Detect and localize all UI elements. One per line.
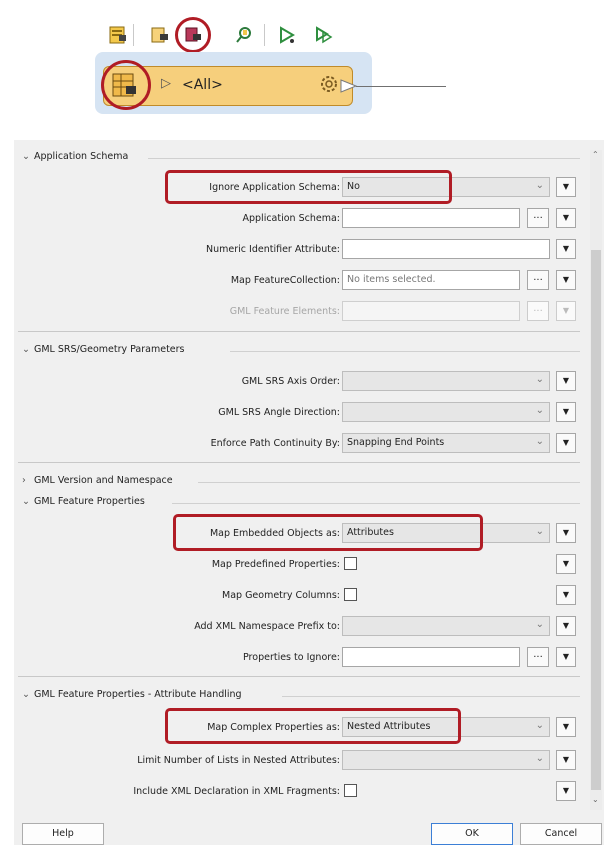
map-predefined-menu-button[interactable]: ▼ <box>556 554 576 574</box>
chevron-right-icon: › <box>22 475 26 486</box>
toolbar-separator <box>133 24 134 46</box>
chevron-down-icon: ⌄ <box>535 720 544 731</box>
chevron-down-icon: ⌄ <box>22 689 30 700</box>
search-icon[interactable] <box>234 25 254 45</box>
enforce-path-label: Enforce Path Continuity By: <box>210 438 340 449</box>
chevron-down-icon: ⌄ <box>535 619 544 630</box>
application-schema-menu-button[interactable]: ▼ <box>556 208 576 228</box>
chevron-down-icon: ⌄ <box>535 180 544 191</box>
map-complex-menu-button[interactable]: ▼ <box>556 717 576 737</box>
section-feature-properties[interactable]: ⌄ GML Feature Properties <box>22 496 145 507</box>
srs-axis-order-label: GML SRS Axis Order: <box>241 376 340 387</box>
map-complex-highlight <box>165 708 461 744</box>
chevron-down-icon: ⌄ <box>535 436 544 447</box>
map-feature-collection-label: Map FeatureCollection: <box>230 275 340 286</box>
props-ignore-menu-button[interactable]: ▼ <box>556 647 576 667</box>
group-divider <box>18 676 580 677</box>
props-ignore-browse-button[interactable]: ... <box>527 647 549 667</box>
gml-feature-elements-menu-button: ▼ <box>556 301 576 321</box>
ignore-app-schema-menu-button[interactable]: ▼ <box>556 177 576 197</box>
ignore-app-schema-highlight <box>165 170 452 204</box>
map-geometry-columns-label: Map Geometry Columns: <box>222 590 340 601</box>
map-embedded-menu-button[interactable]: ▼ <box>556 523 576 543</box>
scroll-down-icon[interactable]: ⌄ <box>592 795 599 804</box>
chevron-down-icon: ⌄ <box>22 496 30 507</box>
connection-line <box>356 86 446 87</box>
group-divider <box>18 331 580 332</box>
section-divider <box>230 351 580 352</box>
run-step-icon[interactable] <box>314 25 334 45</box>
scrollbar-thumb[interactable] <box>591 250 601 790</box>
gear-icon[interactable] <box>318 73 340 98</box>
run-icon[interactable] <box>277 25 297 45</box>
gml-feature-elements-browse-button: ... <box>527 301 549 321</box>
limit-lists-label: Limit Number of Lists in Nested Attribut… <box>137 755 340 766</box>
toolbar-separator <box>264 24 265 46</box>
section-divider <box>148 158 580 159</box>
scroll-up-icon[interactable]: ⌃ <box>592 150 599 159</box>
application-schema-input[interactable] <box>342 208 520 228</box>
section-gml-version[interactable]: › GML Version and Namespace <box>22 475 173 486</box>
output-port-icon[interactable] <box>340 78 358 97</box>
map-predefined-checkbox[interactable] <box>344 557 357 570</box>
enforce-path-select[interactable]: Snapping End Points ⌄ <box>342 433 550 453</box>
map-feature-collection-browse-button[interactable]: ... <box>527 270 549 290</box>
gml-feature-elements-label: GML Feature Elements: <box>229 306 340 317</box>
map-predefined-label: Map Predefined Properties: <box>211 559 340 570</box>
srs-axis-order-select[interactable]: ⌄ <box>342 371 550 391</box>
application-schema-browse-button[interactable]: ... <box>527 208 549 228</box>
numeric-id-label: Numeric Identifier Attribute: <box>206 244 340 255</box>
map-geometry-columns-menu-button[interactable]: ▼ <box>556 585 576 605</box>
add-xml-ns-menu-button[interactable]: ▼ <box>556 616 576 636</box>
chevron-down-icon: ⌄ <box>535 374 544 385</box>
section-divider <box>282 696 580 697</box>
srs-angle-direction-label: GML SRS Angle Direction: <box>218 407 340 418</box>
props-ignore-input[interactable] <box>342 647 520 667</box>
group-divider <box>18 462 580 463</box>
section-application-schema[interactable]: ⌄ Application Schema <box>22 151 128 162</box>
section-srs-geometry[interactable]: ⌄ GML SRS/Geometry Parameters <box>22 344 185 355</box>
ok-button[interactable]: OK <box>431 823 513 845</box>
chevron-down-icon: ⌄ <box>22 151 30 162</box>
section-divider <box>172 503 580 504</box>
add-xml-ns-select[interactable]: ⌄ <box>342 616 550 636</box>
limit-lists-select[interactable]: ⌄ <box>342 750 550 770</box>
application-schema-label: Application Schema: <box>242 213 341 224</box>
map-feature-collection-menu-button[interactable]: ▼ <box>556 270 576 290</box>
chevron-down-icon: ⌄ <box>535 753 544 764</box>
cancel-button[interactable]: Cancel <box>520 823 602 845</box>
node-icon-highlight <box>101 60 151 110</box>
help-button[interactable]: Help <box>22 823 104 845</box>
add-xml-ns-label: Add XML Namespace Prefix to: <box>194 621 340 632</box>
section-attribute-handling[interactable]: ⌄ GML Feature Properties - Attribute Hand… <box>22 689 242 700</box>
enforce-path-menu-button[interactable]: ▼ <box>556 433 576 453</box>
numeric-id-menu-button[interactable]: ▼ <box>556 239 576 259</box>
props-ignore-label: Properties to Ignore: <box>243 652 340 663</box>
limit-lists-menu-button[interactable]: ▼ <box>556 750 576 770</box>
writer-icon[interactable] <box>150 25 170 45</box>
include-xml-decl-menu-button[interactable]: ▼ <box>556 781 576 801</box>
include-xml-decl-checkbox[interactable] <box>344 784 357 797</box>
map-geometry-columns-checkbox[interactable] <box>344 588 357 601</box>
chevron-down-icon: ⌄ <box>22 344 30 355</box>
chevron-down-icon: ⌄ <box>535 526 544 537</box>
expand-arrow-icon[interactable]: ▷ <box>161 76 171 91</box>
gml-feature-elements-input <box>342 301 520 321</box>
numeric-id-input[interactable] <box>342 239 550 259</box>
reader-table-icon[interactable] <box>108 25 128 45</box>
section-divider <box>198 482 580 483</box>
chevron-down-icon: ⌄ <box>535 405 544 416</box>
map-feature-collection-input[interactable]: No items selected. <box>342 270 520 290</box>
map-embedded-highlight <box>173 514 483 551</box>
srs-axis-order-menu-button[interactable]: ▼ <box>556 371 576 391</box>
include-xml-decl-label: Include XML Declaration in XML Fragments… <box>133 786 340 797</box>
srs-angle-direction-select[interactable]: ⌄ <box>342 402 550 422</box>
srs-angle-direction-menu-button[interactable]: ▼ <box>556 402 576 422</box>
feature-type-highlight <box>175 17 211 53</box>
node-label: <All> <box>182 77 223 93</box>
